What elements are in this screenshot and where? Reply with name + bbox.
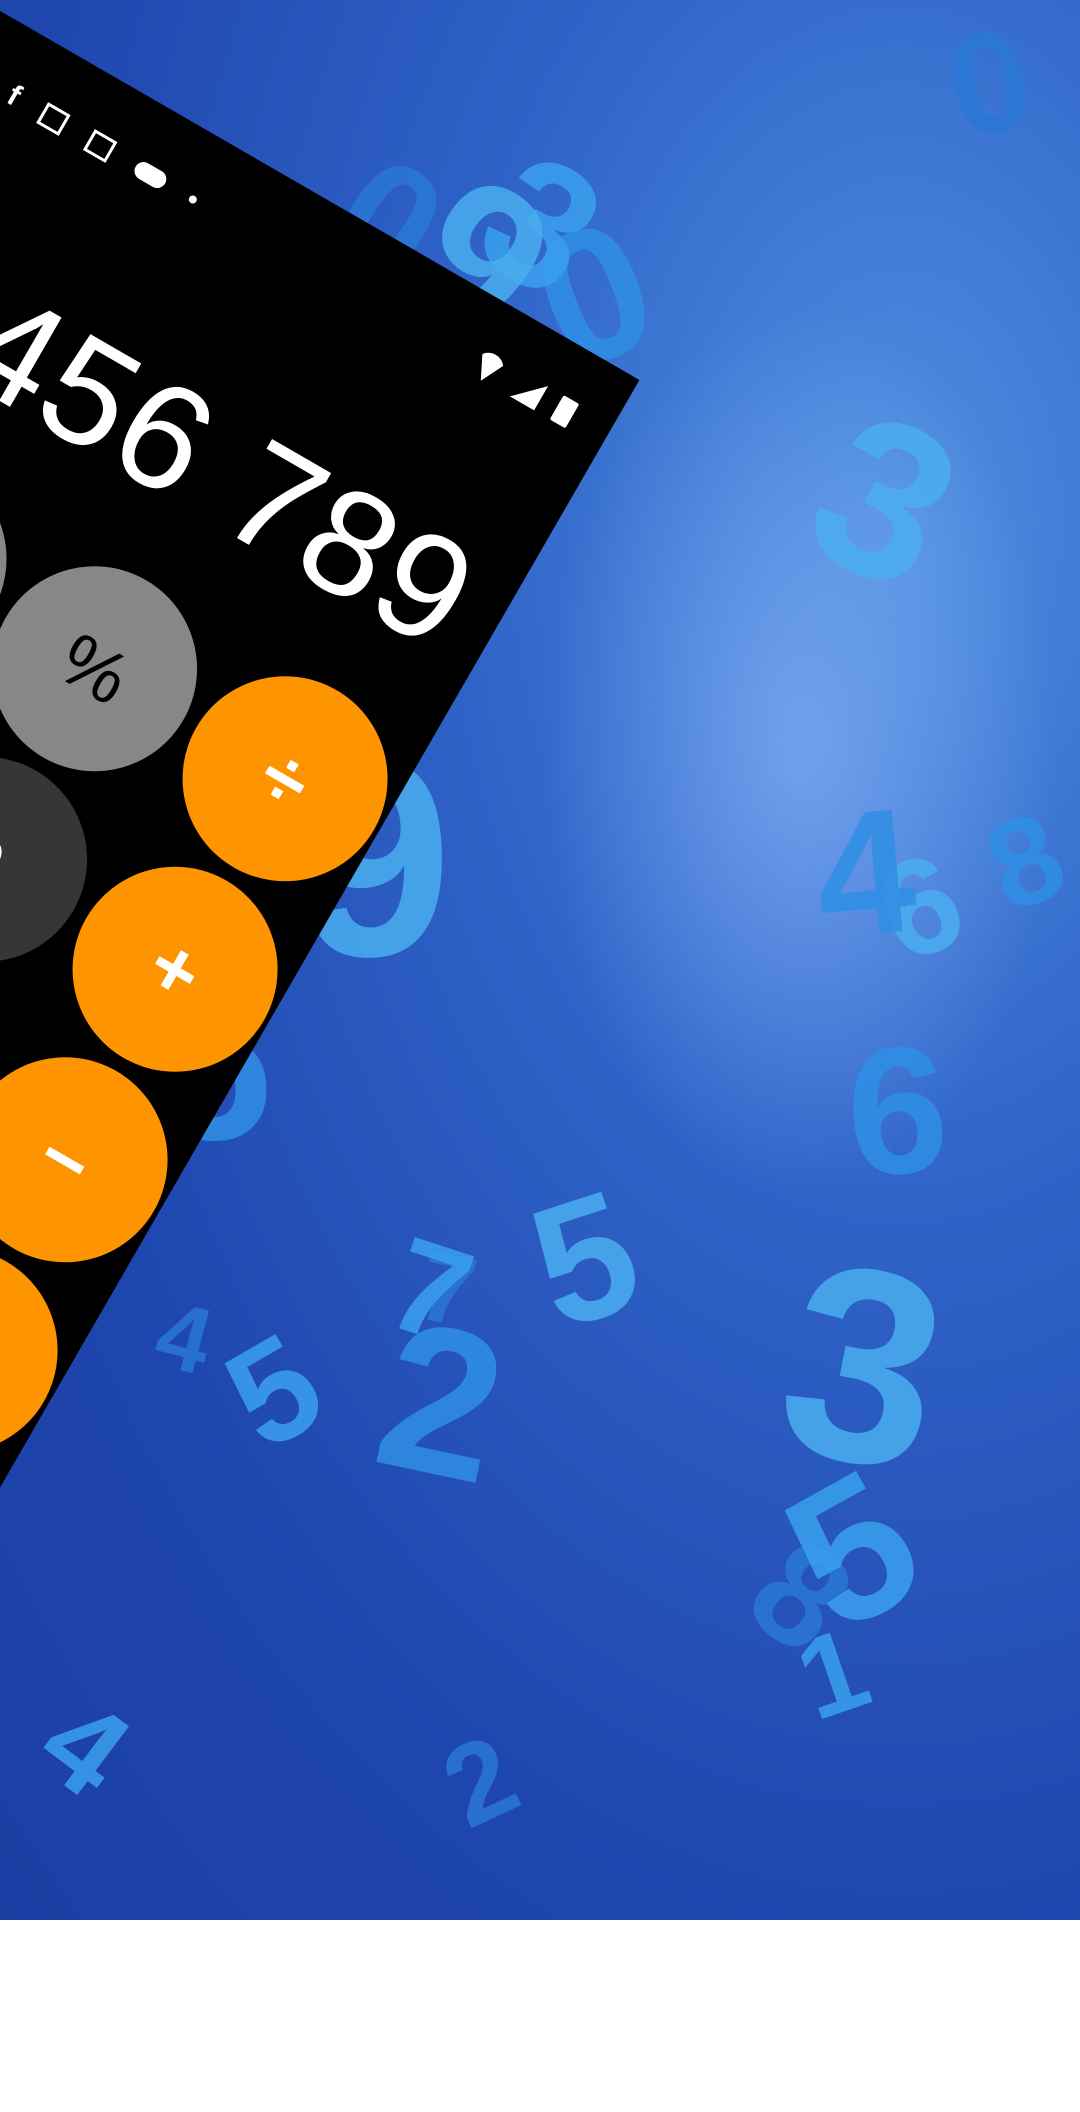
signal-icon	[509, 372, 549, 411]
wifi-icon	[468, 347, 509, 388]
background-digit: 0	[934, 0, 1046, 170]
news-icon	[83, 129, 118, 164]
dot-icon	[187, 194, 199, 206]
gmail-icon	[36, 102, 71, 137]
background-digit: 5	[200, 1302, 349, 1481]
background-digit: 4	[807, 770, 923, 976]
status-bar-right	[468, 347, 580, 429]
background-digit: 2	[424, 1710, 537, 1853]
facebook-icon: f	[1, 78, 27, 113]
background-digit: 4	[15, 1671, 155, 1824]
cloud-icon	[131, 158, 170, 192]
battery-icon	[549, 395, 580, 429]
background-digit: 6	[841, 1007, 953, 1215]
background-digit: 4	[145, 1280, 224, 1395]
